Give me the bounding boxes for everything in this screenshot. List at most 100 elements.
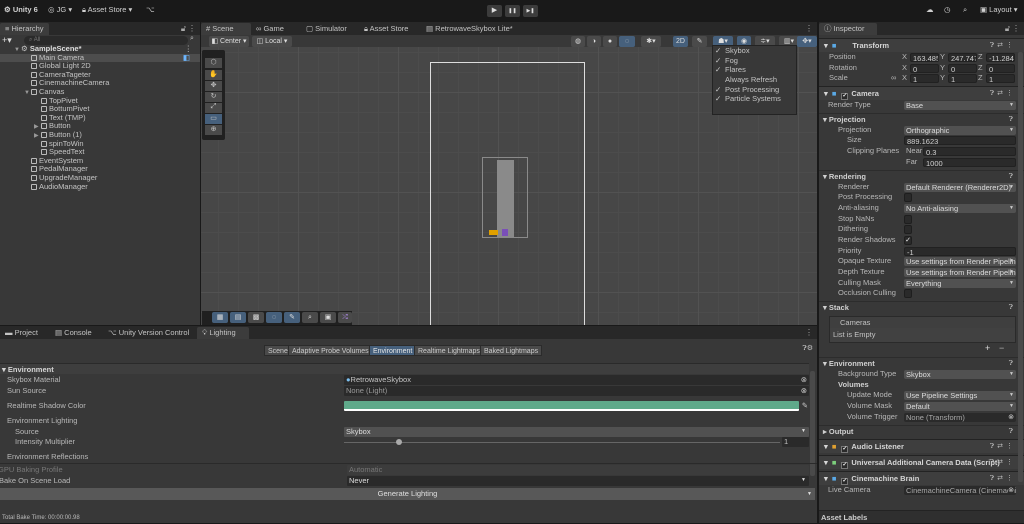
shuffle-icon[interactable]: ⤮ [338,312,352,323]
layout-dropdown[interactable]: ▣ Layout ▾ [980,5,1018,14]
paint-icon[interactable]: ✎ [284,312,300,323]
shaded-wireframe-button[interactable]: ◑ [587,36,601,47]
effects-menu-item[interactable]: ✓ Particle Systems [713,94,796,104]
hierarchy-item[interactable]: ▼ Canvas [0,87,200,97]
debug-draw-mode-button[interactable]: ✱▾ [641,36,661,47]
hierarchy-item[interactable]: Global Light 2D [0,61,200,71]
hierarchy-item[interactable]: Text (TMP) [0,113,200,123]
dropdown[interactable]: Orthographic ▼ [904,125,1016,135]
shaded-button[interactable]: ● [603,36,617,47]
dropdown[interactable]: Use settings from Render Pipeline ▼ [904,257,1016,267]
y-input[interactable]: 0 [948,63,977,73]
component-header-universal-additional-camera-data-script-[interactable]: ▾ ■ ✓ Universal Additional Camera Data (Sc… [819,454,1024,470]
section-environment[interactable]: ▾ Environment ❓︎ [819,357,1024,369]
help-settings-icons[interactable]: ❓︎⚙ [803,344,813,353]
more-icon[interactable]: ⋮ [188,24,196,33]
object-picker-icon[interactable]: ⊗ [1008,485,1014,495]
wireframe-shading-button[interactable]: ◍ [571,36,585,47]
step-button[interactable]: ▶❚ [523,5,538,17]
hierarchy-item[interactable]: ▶ Button [0,122,200,131]
hierarchy-item[interactable]: EventSystem [0,156,200,166]
object-picker-icon[interactable]: ⊗ [1008,412,1014,422]
dropdown[interactable]: Use Pipeline Settings ▼ [904,391,1016,401]
pause-button[interactable]: ❚❚ [505,5,520,17]
constrain-proportions-icon[interactable]: ∞ [891,73,896,84]
checkbox[interactable] [904,289,912,299]
hierarchy-item[interactable]: TopPivet [0,96,200,106]
unlit-button[interactable]: ◌ [619,36,635,47]
lighting-tab-realtime-lightmaps[interactable]: Realtime Lightmaps [414,345,484,356]
x-input[interactable]: 1 [910,74,939,84]
lock-icon[interactable]: 🔓︎ [181,24,186,34]
x-input[interactable]: 0 [910,63,939,73]
expand-arrow-icon[interactable]: ▾ [824,442,830,451]
text-input[interactable]: 0.3 [923,147,1016,157]
inspector-scrollbar[interactable] [1018,52,1023,482]
section-projection[interactable]: ▾ Projection ❓︎ [819,112,1024,125]
checkbox[interactable] [904,193,912,203]
help-icon[interactable]: ❓︎ [1009,302,1016,314]
more-icon[interactable]: ⋮ [1012,24,1020,33]
effects-menu-item[interactable]: ✓ Skybox [713,46,796,56]
hierarchy-item[interactable]: UpgradeManager [0,173,200,183]
asset-labels[interactable]: Asset Labels [819,510,1024,523]
move-tool-icon[interactable]: ✥ [205,81,222,91]
dropdown[interactable]: Use settings from Render Pipeline ▼ [904,268,1016,277]
sun-source-field[interactable]: None (Light) ⊗ [344,386,809,396]
more-icon[interactable]: ⋮ [805,328,813,337]
effects-menu-item[interactable]: Always Refresh [713,75,796,85]
lighting-tab-baked-lightmaps[interactable]: Baked Lightmaps [480,345,543,356]
tab-version-control[interactable]: ⌥ Unity Version Control [103,327,194,339]
search-scene-icon[interactable]: ⌕ [302,312,318,323]
component-header-cinemachine-brain[interactable]: ▾ ■ ✓ Cinemachine Brain ❓︎⇄⋮ [819,470,1024,485]
lock-icon[interactable]: 🔓︎ [1005,24,1010,34]
intensity-input[interactable]: 1 [782,437,809,447]
skybox-material-field[interactable]: ●RetrowaveSkybox ⊗ [344,375,809,385]
expand-arrow-icon[interactable]: ▾ [824,474,830,483]
checkbox[interactable] [904,225,912,235]
hierarchy-item[interactable]: AudioManager [0,182,200,192]
lighting-tab-adaptive-probe-volumes[interactable]: Adaptive Probe Volumes [288,345,373,356]
dropdown[interactable]: Skybox ▼ [904,370,1016,380]
grid-settings-icon[interactable]: ▤ [230,312,246,323]
object-field[interactable]: None (Transform) ⊗ [904,412,1016,422]
dropdown[interactable]: Default ▼ [904,402,1016,412]
tab-inspector[interactable]: ⓘ Inspector [819,23,877,35]
add-button[interactable]: + [985,343,990,354]
effects-menu-item[interactable]: ✓ Flares [713,65,796,75]
enabled-checkbox[interactable]: ✓ [841,93,849,101]
tab-lighting[interactable]: 💡︎ Lighting [197,327,249,339]
component-actions-icons[interactable]: ❓︎⇄⋮ [990,456,1016,470]
z-input[interactable]: -11.2841 [986,53,1015,62]
version-control-icon[interactable]: ⌥ [146,5,155,14]
lighting-toggle-button[interactable]: ✎ [692,36,707,47]
x-input[interactable]: 163.485 [910,53,939,62]
component-actions-icons[interactable]: ❓︎⇄⋮ [990,87,1016,101]
hierarchy-item[interactable]: Main Camera ◧ [0,53,200,63]
asset-store-dropdown[interactable]: 🔒︎ Asset Store ▾ [82,5,132,15]
dropdown[interactable]: Everything ▼ [904,278,1016,288]
object-picker-icon[interactable]: ⊗ [801,386,807,396]
camera-gizmo-icon[interactable]: ◧ [183,53,190,63]
hierarchy-item[interactable]: ▶ Button (1) [0,130,200,140]
orientation-button[interactable]: ✥▾ [797,36,817,47]
enabled-checkbox[interactable]: ✓ [841,461,849,469]
cloud-icon[interactable]: ☁ [926,5,934,14]
eyedropper-icon[interactable]: ✎ [802,401,808,411]
remove-button[interactable]: − [999,343,1004,354]
transform-tool-icon[interactable]: ⊕ [205,125,222,135]
search-options-icon[interactable]: ⌕ [190,35,194,43]
component-actions-icons[interactable]: ❓︎⇄⋮ [990,39,1016,53]
effects-menu-item[interactable]: ✓ Post Processing [713,85,796,95]
component-actions-icons[interactable]: ❓︎⇄⋮ [990,440,1016,454]
enabled-checkbox[interactable]: ✓ [841,445,849,453]
checkbox[interactable]: ✓ [904,235,912,245]
dropdown[interactable]: No Anti-aliasing ▼ [904,203,1016,213]
component-header-audio-listener[interactable]: ▾ ■ ✓ Audio Listener ❓︎⇄⋮ [819,438,1024,454]
intensity-slider[interactable] [344,439,780,445]
tab-simulator[interactable]: ▢ Simulator [301,23,352,35]
z-input[interactable]: 0 [986,63,1015,73]
more-icon[interactable]: ⋮ [805,24,813,33]
hierarchy-item[interactable]: CinemachineCamera [0,79,200,88]
slider-knob[interactable] [395,439,402,445]
